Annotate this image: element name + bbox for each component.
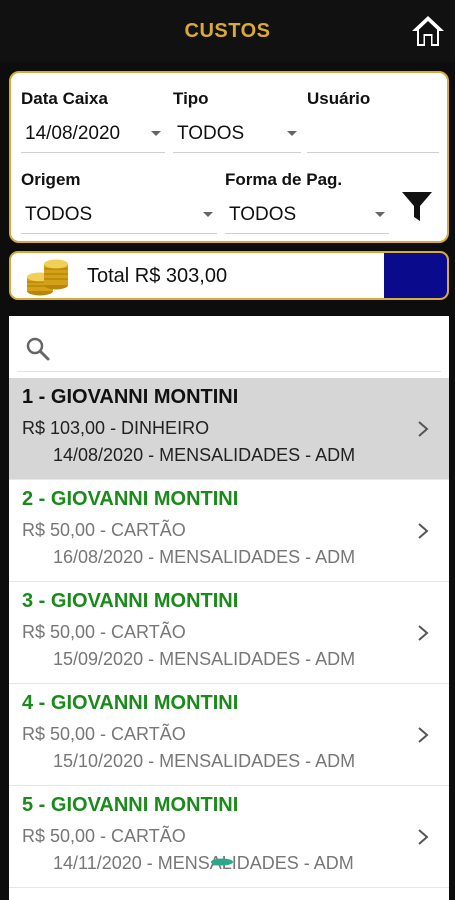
loading-indicator-icon — [211, 858, 233, 866]
origem-label: Origem — [21, 170, 81, 189]
chevron-right-icon — [418, 421, 429, 437]
chevron-right-icon — [418, 829, 429, 845]
item-details: 15/10/2020 - MENSALIDADES - ADM — [53, 751, 356, 771]
tipo-value: TODOS — [177, 122, 245, 144]
list-item[interactable]: 4 - GIOVANNI MONTINI R$ 50,00 - CARTÃO 1… — [9, 684, 449, 786]
item-amount: R$ 50,00 - CARTÃO — [22, 520, 186, 540]
list-item[interactable]: 1 - GIOVANNI MONTINI R$ 103,00 - DINHEIR… — [9, 378, 449, 480]
list-item[interactable]: 3 - GIOVANNI MONTINI R$ 50,00 - CARTÃO 1… — [9, 582, 449, 684]
chevron-right-icon — [418, 625, 429, 641]
item-amount: R$ 103,00 - DINHEIRO — [22, 418, 210, 438]
item-amount: R$ 50,00 - CARTÃO — [22, 826, 186, 846]
item-amount: R$ 50,00 - CARTÃO — [22, 724, 186, 744]
tipo-label: Tipo — [173, 89, 209, 108]
coins-icon — [27, 259, 68, 296]
data-caixa-label: Data Caixa — [21, 89, 108, 108]
chevron-down-icon — [375, 212, 385, 217]
list-item[interactable]: 5 - GIOVANNI MONTINI R$ 50,00 - CARTÃO 1… — [9, 786, 449, 888]
data-caixa-select[interactable]: 14/08/2020 — [21, 115, 165, 153]
item-details: 16/08/2020 - MENSALIDADES - ADM — [53, 547, 356, 567]
usuario-label: Usuário — [307, 89, 371, 108]
list-item[interactable]: 2 - GIOVANNI MONTINI R$ 50,00 - CARTÃO 1… — [9, 480, 449, 582]
filter-panel: Data Caixa 14/08/2020 Tipo TODOS Usuário… — [9, 71, 449, 243]
origem-select[interactable]: TODOS — [21, 196, 217, 234]
forma-pag-select[interactable]: TODOS — [225, 196, 389, 234]
item-title: 2 - GIOVANNI MONTINI — [22, 488, 239, 510]
search-bar — [17, 328, 441, 372]
home-icon[interactable] — [409, 12, 447, 50]
item-amount: R$ 50,00 - CARTÃO — [22, 622, 186, 642]
usuario-select[interactable] — [307, 115, 439, 153]
search-icon — [26, 337, 50, 361]
total-color-box[interactable] — [384, 253, 447, 298]
filter-icon[interactable] — [399, 188, 435, 224]
chevron-down-icon — [287, 131, 297, 136]
data-caixa-value: 14/08/2020 — [25, 122, 121, 144]
app-header: CUSTOS — [0, 0, 455, 62]
chevron-down-icon — [151, 131, 161, 136]
search-input[interactable] — [61, 334, 431, 364]
item-title: 5 - GIOVANNI MONTINI — [22, 794, 239, 816]
item-details: 14/11/2020 - MENSALIDADES - ADM — [53, 853, 354, 873]
total-amount: Total R$ 303,00 — [87, 265, 228, 287]
item-details: 15/09/2020 - MENSALIDADES - ADM — [53, 649, 356, 669]
chevron-right-icon — [418, 523, 429, 539]
forma-pag-value: TODOS — [229, 203, 297, 225]
origem-value: TODOS — [25, 203, 93, 225]
item-title: 1 - GIOVANNI MONTINI — [22, 386, 239, 408]
chevron-down-icon — [203, 212, 213, 217]
item-details: 14/08/2020 - MENSALIDADES - ADM — [53, 445, 356, 465]
total-bar: Total R$ 303,00 — [9, 251, 449, 300]
forma-pag-label: Forma de Pag. — [225, 170, 343, 189]
cost-list: 1 - GIOVANNI MONTINI R$ 103,00 - DINHEIR… — [9, 378, 449, 888]
chevron-right-icon — [418, 727, 429, 743]
tipo-select[interactable]: TODOS — [173, 115, 301, 153]
list-panel: 1 - GIOVANNI MONTINI R$ 103,00 - DINHEIR… — [9, 316, 449, 900]
item-title: 4 - GIOVANNI MONTINI — [22, 692, 239, 714]
item-title: 3 - GIOVANNI MONTINI — [22, 590, 239, 612]
page-title: CUSTOS — [184, 19, 271, 42]
